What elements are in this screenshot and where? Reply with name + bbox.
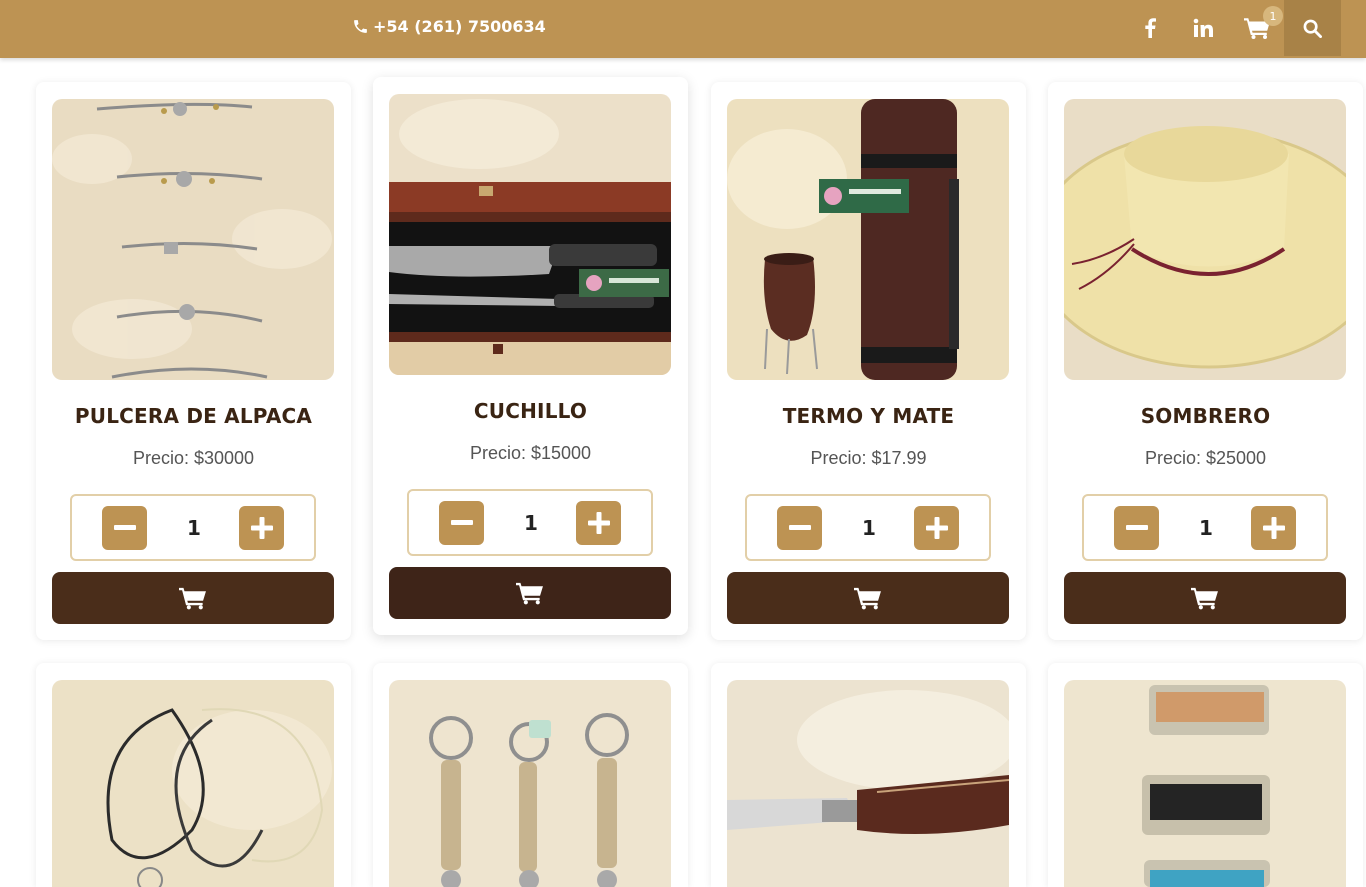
product-image[interactable]: [727, 680, 1009, 887]
increase-quantity-button[interactable]: [239, 506, 284, 550]
quantity-stepper: 1: [70, 494, 316, 561]
cart-icon: [854, 587, 881, 610]
product-card: TERMO Y MATE Precio: $17.99 1: [711, 82, 1026, 640]
product-image[interactable]: [727, 99, 1009, 380]
product-image[interactable]: [389, 680, 671, 887]
decrease-quantity-button[interactable]: [1114, 506, 1159, 550]
cart-icon: [179, 587, 206, 610]
linkedin-icon[interactable]: [1192, 17, 1214, 39]
increase-quantity-button[interactable]: [914, 506, 959, 550]
phone-icon: [354, 20, 367, 33]
quantity-value[interactable]: 1: [164, 516, 224, 540]
plus-icon: [250, 517, 273, 539]
product-image[interactable]: [1064, 680, 1346, 887]
product-card: [1048, 663, 1363, 887]
increase-quantity-button[interactable]: [1251, 506, 1296, 550]
product-price: Precio: $17.99: [810, 448, 927, 468]
search-button[interactable]: [1284, 0, 1341, 56]
search-icon: [1303, 19, 1322, 38]
product-card: [373, 663, 688, 887]
phone-number: +54 (261) 7500634: [373, 17, 546, 36]
product-image[interactable]: [52, 99, 334, 380]
phone-contact[interactable]: +54 (261) 7500634: [352, 17, 546, 36]
product-card: PULCERA DE ALPACA Precio: $30000 1: [36, 82, 351, 640]
quantity-stepper: 1: [407, 489, 653, 556]
decrease-quantity-button[interactable]: [777, 506, 822, 550]
cart-icon: [516, 582, 543, 605]
quantity-value[interactable]: 1: [501, 511, 561, 535]
add-to-cart-button[interactable]: [52, 572, 334, 624]
product-image[interactable]: [52, 680, 334, 887]
minus-icon: [788, 525, 811, 530]
quantity-stepper: 1: [1082, 494, 1328, 561]
product-name: CUCHILLO: [473, 399, 588, 423]
product-name: TERMO Y MATE: [782, 404, 955, 428]
product-card: SOMBRERO Precio: $25000 1: [1048, 82, 1363, 640]
quantity-stepper: 1: [745, 494, 991, 561]
quantity-value[interactable]: 1: [839, 516, 899, 540]
minus-icon: [450, 520, 473, 525]
product-price: Precio: $30000: [132, 448, 255, 468]
decrease-quantity-button[interactable]: [102, 506, 147, 550]
product-card: [36, 663, 351, 887]
cart-count-badge: 1: [1263, 6, 1283, 26]
product-price: Precio: $25000: [1144, 448, 1267, 468]
product-card: [711, 663, 1026, 887]
product-name: SOMBRERO: [1140, 404, 1271, 428]
minus-icon: [113, 525, 136, 530]
product-name: PULCERA DE ALPACA: [74, 404, 313, 428]
product-price: Precio: $15000: [469, 443, 592, 463]
facebook-icon[interactable]: [1139, 17, 1161, 39]
cart-icon: [1191, 587, 1218, 610]
decrease-quantity-button[interactable]: [439, 501, 484, 545]
add-to-cart-button[interactable]: [727, 572, 1009, 624]
product-image[interactable]: [389, 94, 671, 375]
top-bar: +54 (261) 7500634 1: [0, 0, 1366, 58]
quantity-value[interactable]: 1: [1176, 516, 1236, 540]
product-image[interactable]: [1064, 99, 1346, 380]
product-card: CUCHILLO Precio: $15000 1: [373, 77, 688, 635]
add-to-cart-button[interactable]: [389, 567, 671, 619]
increase-quantity-button[interactable]: [576, 501, 621, 545]
add-to-cart-button[interactable]: [1064, 572, 1346, 624]
plus-icon: [1262, 517, 1285, 539]
plus-icon: [587, 512, 610, 534]
plus-icon: [925, 517, 948, 539]
minus-icon: [1125, 525, 1148, 530]
